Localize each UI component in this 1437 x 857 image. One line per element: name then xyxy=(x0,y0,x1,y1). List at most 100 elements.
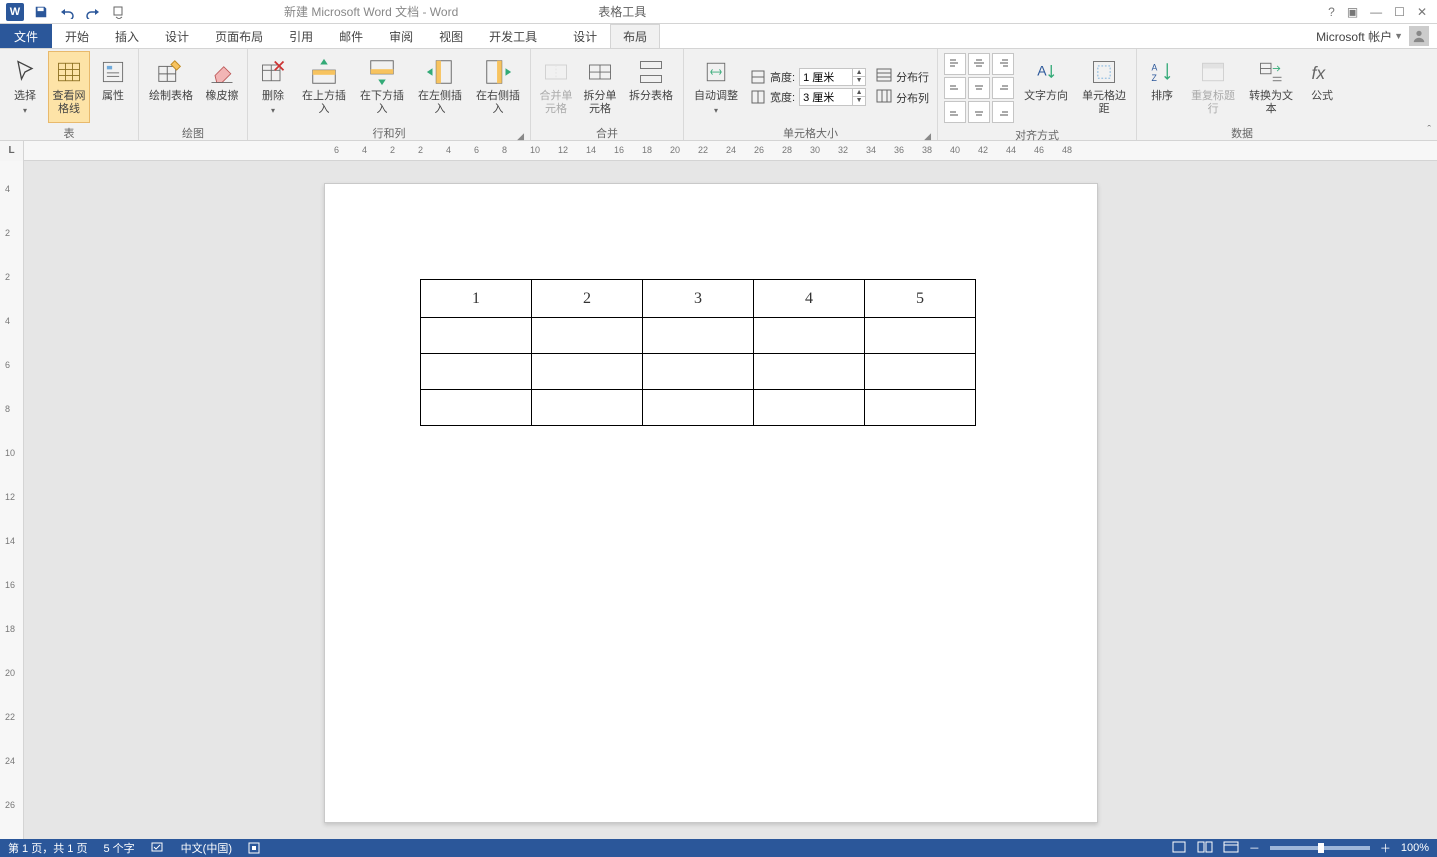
cell-margins-button[interactable]: 单元格边距 xyxy=(1076,51,1132,123)
distribute-cols-button[interactable]: 分布列 xyxy=(876,89,929,106)
table-cell[interactable] xyxy=(643,318,754,354)
align-mid-left[interactable] xyxy=(944,77,966,99)
zoom-thumb[interactable] xyxy=(1318,843,1324,853)
sort-button[interactable]: AZ 排序 xyxy=(1141,51,1183,123)
document-table[interactable]: 12345 xyxy=(420,279,976,426)
zoom-in-button[interactable]: ＋ xyxy=(1380,840,1391,856)
horizontal-ruler[interactable]: 6422468101214161820222426283032343638404… xyxy=(24,141,1437,161)
web-layout-view-icon[interactable] xyxy=(1223,841,1239,856)
undo-icon[interactable] xyxy=(58,3,76,21)
tab-view[interactable]: 视图 xyxy=(426,24,476,48)
word-count[interactable]: 5 个字 xyxy=(103,840,134,856)
table-cell[interactable] xyxy=(643,354,754,390)
table-row[interactable] xyxy=(421,390,976,426)
ribbon-options-icon[interactable]: ▣ xyxy=(1347,5,1358,19)
text-direction-button[interactable]: A 文字方向 xyxy=(1018,51,1074,123)
table-cell[interactable] xyxy=(865,354,976,390)
table-cell[interactable] xyxy=(421,354,532,390)
table-cell[interactable] xyxy=(865,390,976,426)
save-icon[interactable] xyxy=(32,3,50,21)
tab-home[interactable]: 开始 xyxy=(52,24,102,48)
macro-icon[interactable] xyxy=(248,842,260,854)
align-top-center[interactable] xyxy=(968,53,990,75)
tab-page-layout[interactable]: 页面布局 xyxy=(202,24,276,48)
help-icon[interactable]: ? xyxy=(1328,5,1335,19)
select-button[interactable]: 选择▾ xyxy=(4,51,46,123)
align-bot-center[interactable] xyxy=(968,101,990,123)
vertical-ruler[interactable]: 422468101214161820222426 xyxy=(0,161,24,839)
spin-down-icon[interactable]: ▼ xyxy=(853,77,865,85)
table-cell[interactable] xyxy=(532,318,643,354)
table-cell[interactable] xyxy=(643,390,754,426)
collapse-ribbon-icon[interactable]: ˆ xyxy=(1427,124,1431,136)
table-row[interactable] xyxy=(421,318,976,354)
tab-design[interactable]: 设计 xyxy=(152,24,202,48)
insert-above-button[interactable]: 在上方插入 xyxy=(296,51,352,123)
tab-file[interactable]: 文件 xyxy=(0,24,52,48)
height-spinner[interactable]: ▲▼ xyxy=(799,68,866,86)
distribute-rows-button[interactable]: 分布行 xyxy=(876,68,929,85)
print-layout-view-icon[interactable] xyxy=(1171,841,1187,856)
minimize-icon[interactable]: — xyxy=(1370,5,1382,19)
align-bot-left[interactable] xyxy=(944,101,966,123)
page[interactable]: 12345 xyxy=(324,183,1098,823)
width-spinner[interactable]: ▲▼ xyxy=(799,88,866,106)
table-cell[interactable] xyxy=(754,354,865,390)
delete-button[interactable]: 删除▾ xyxy=(252,51,294,123)
tab-table-design[interactable]: 设计 xyxy=(560,24,610,48)
tab-review[interactable]: 审阅 xyxy=(376,24,426,48)
qat-customize-icon[interactable] xyxy=(110,3,128,21)
split-table-button[interactable]: 拆分表格 xyxy=(623,51,679,123)
table-cell[interactable]: 3 xyxy=(643,280,754,318)
table-row[interactable] xyxy=(421,354,976,390)
zoom-out-button[interactable]: － xyxy=(1249,840,1260,856)
split-cells-button[interactable]: 拆分单元格 xyxy=(579,51,621,123)
view-gridlines-button[interactable]: 查看网格线 xyxy=(48,51,90,123)
table-cell[interactable] xyxy=(421,390,532,426)
insert-right-button[interactable]: 在右侧插入 xyxy=(470,51,526,123)
tab-mailings[interactable]: 邮件 xyxy=(326,24,376,48)
align-bot-right[interactable] xyxy=(992,101,1014,123)
table-cell[interactable] xyxy=(865,318,976,354)
align-mid-center[interactable] xyxy=(968,77,990,99)
height-input[interactable] xyxy=(800,69,852,85)
redo-icon[interactable] xyxy=(84,3,102,21)
tab-developer[interactable]: 开发工具 xyxy=(476,24,550,48)
language-indicator[interactable]: 中文(中国) xyxy=(181,840,232,856)
insert-left-button[interactable]: 在左侧插入 xyxy=(412,51,468,123)
properties-button[interactable]: 属性 xyxy=(92,51,134,123)
table-cell[interactable] xyxy=(754,318,865,354)
account-area[interactable]: Microsoft 帐户 ▼ xyxy=(1316,24,1437,48)
table-cell[interactable] xyxy=(532,354,643,390)
table-cell[interactable]: 4 xyxy=(754,280,865,318)
align-top-left[interactable] xyxy=(944,53,966,75)
close-icon[interactable]: ✕ xyxy=(1417,5,1427,19)
spin-up-icon[interactable]: ▲ xyxy=(853,69,865,77)
convert-text-button[interactable]: 转换为文本 xyxy=(1243,51,1299,123)
tab-table-layout[interactable]: 布局 xyxy=(610,24,660,48)
align-top-right[interactable] xyxy=(992,53,1014,75)
table-cell[interactable]: 1 xyxy=(421,280,532,318)
draw-table-button[interactable]: 绘制表格 xyxy=(143,51,199,123)
spin-down-icon[interactable]: ▼ xyxy=(853,97,865,105)
tab-references[interactable]: 引用 xyxy=(276,24,326,48)
align-mid-right[interactable] xyxy=(992,77,1014,99)
table-cell[interactable] xyxy=(754,390,865,426)
tab-insert[interactable]: 插入 xyxy=(102,24,152,48)
insert-below-button[interactable]: 在下方插入 xyxy=(354,51,410,123)
document-area[interactable]: 12345 xyxy=(24,161,1437,839)
maximize-icon[interactable]: ☐ xyxy=(1394,5,1405,19)
proofing-icon[interactable] xyxy=(151,842,165,854)
zoom-level[interactable]: 100% xyxy=(1401,842,1429,854)
width-input[interactable] xyxy=(800,89,852,105)
eraser-button[interactable]: 橡皮擦 xyxy=(201,51,243,123)
table-cell[interactable] xyxy=(421,318,532,354)
table-row[interactable]: 12345 xyxy=(421,280,976,318)
table-cell[interactable]: 2 xyxy=(532,280,643,318)
read-mode-view-icon[interactable] xyxy=(1197,841,1213,856)
table-cell[interactable] xyxy=(532,390,643,426)
page-indicator[interactable]: 第 1 页，共 1 页 xyxy=(8,840,87,856)
spin-up-icon[interactable]: ▲ xyxy=(853,89,865,97)
autofit-button[interactable]: 自动调整▾ xyxy=(688,51,744,123)
formula-button[interactable]: fx 公式 xyxy=(1301,51,1343,123)
